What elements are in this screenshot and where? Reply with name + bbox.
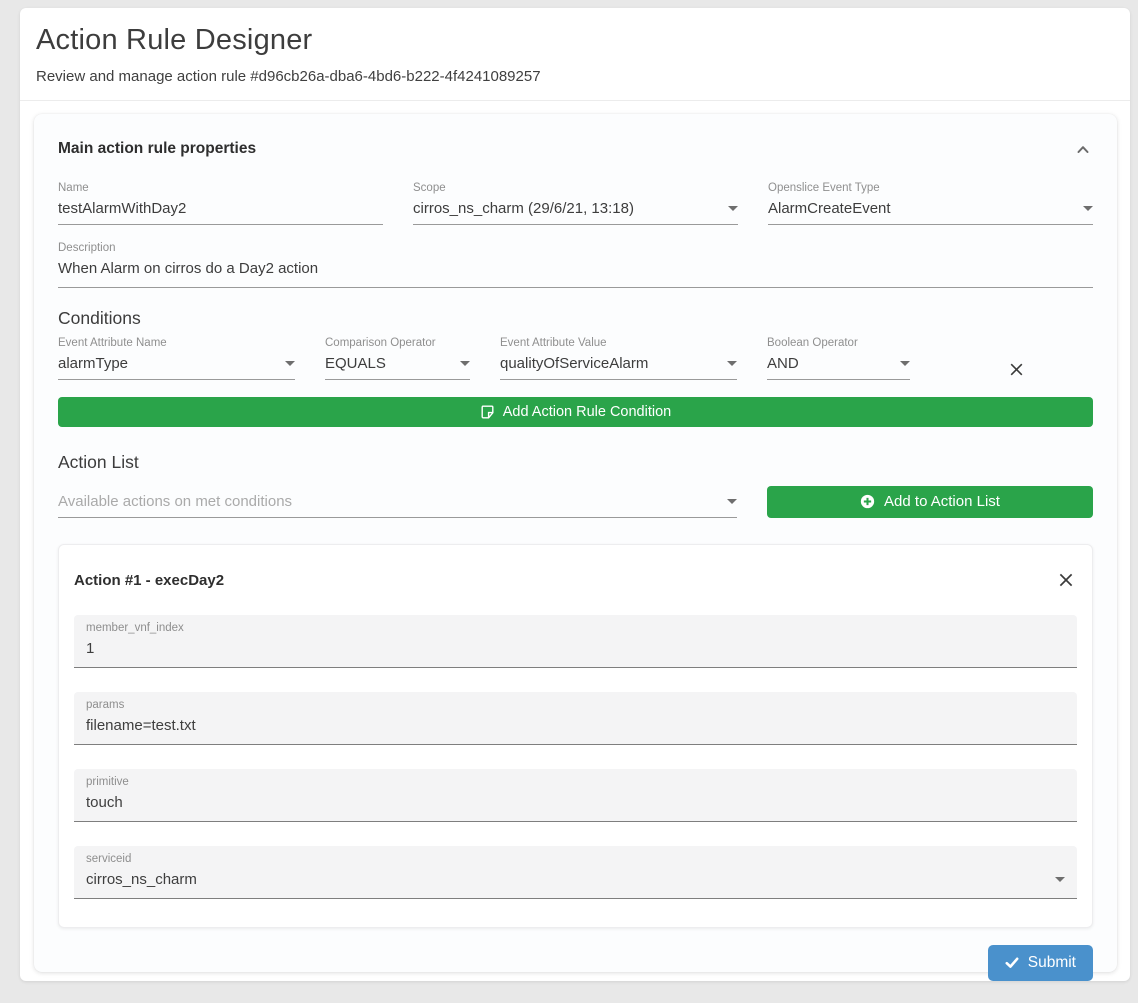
description-field-value: When Alarm on cirros do a Day2 action — [58, 260, 318, 277]
remove-action-button[interactable] — [1055, 569, 1077, 591]
event-type-select-label: Openslice Event Type — [768, 182, 1093, 194]
serviceid-label: serviceid — [86, 853, 1065, 865]
page-subtitle: Review and manage action rule #d96cb26a-… — [36, 68, 1114, 85]
event-attribute-value-select[interactable]: Event Attribute Value qualityOfServiceAl… — [500, 337, 737, 380]
description-field[interactable]: Description When Alarm on cirros do a Da… — [58, 242, 1093, 288]
chevron-down-icon — [1055, 877, 1065, 882]
add-condition-button-label: Add Action Rule Condition — [503, 404, 671, 420]
boolean-operator-select[interactable]: Boolean Operator AND — [767, 337, 910, 380]
action-card-head: Action #1 - execDay2 — [74, 569, 1077, 591]
primitive-label: primitive — [86, 776, 1065, 788]
event-attribute-value-label: Event Attribute Value — [500, 337, 737, 349]
note-add-icon — [480, 405, 494, 419]
panel-head: Main action rule properties — [58, 140, 1093, 160]
chevron-up-icon — [1075, 142, 1091, 158]
params-value: filename=test.txt — [86, 717, 196, 734]
serviceid-value: cirros_ns_charm — [86, 871, 197, 888]
properties-row: Name testAlarmWithDay2 Scope cirros_ns_c… — [58, 182, 1093, 225]
chevron-down-icon — [727, 499, 737, 504]
boolean-operator-label: Boolean Operator — [767, 337, 910, 349]
action-list-heading: Action List — [58, 452, 1093, 473]
comparison-operator-label: Comparison Operator — [325, 337, 470, 349]
params-label: params — [86, 699, 1065, 711]
page-title: Action Rule Designer — [36, 24, 1114, 57]
close-icon — [1008, 361, 1025, 378]
scope-select-value: cirros_ns_charm (29/6/21, 13:18) — [413, 200, 634, 217]
name-field-label: Name — [58, 182, 383, 194]
chevron-down-icon — [728, 206, 738, 211]
action-card: Action #1 - execDay2 member_vnf_index 1 — [58, 544, 1093, 928]
serviceid-select[interactable]: serviceid cirros_ns_charm — [74, 846, 1077, 899]
event-type-select-value: AlarmCreateEvent — [768, 200, 891, 217]
conditions-heading: Conditions — [58, 308, 1093, 329]
chevron-down-icon — [460, 361, 470, 366]
action-card-title: Action #1 - execDay2 — [74, 572, 224, 589]
primitive-value: touch — [86, 794, 123, 811]
submit-row: Submit — [58, 945, 1093, 981]
available-actions-placeholder: Available actions on met conditions — [58, 493, 292, 510]
action-list-row: Available actions on met conditions Add … — [58, 475, 1093, 518]
comparison-operator-select[interactable]: Comparison Operator EQUALS — [325, 337, 470, 380]
add-to-action-list-button[interactable]: Add to Action List — [767, 486, 1093, 518]
event-attribute-name-label: Event Attribute Name — [58, 337, 295, 349]
event-attribute-value-value: qualityOfServiceAlarm — [500, 355, 648, 372]
name-field-value: testAlarmWithDay2 — [58, 200, 186, 217]
panel-title: Main action rule properties — [58, 140, 256, 158]
primitive-field[interactable]: primitive touch — [74, 769, 1077, 822]
boolean-operator-value: AND — [767, 355, 799, 372]
remove-condition-button[interactable] — [1006, 359, 1027, 380]
chevron-down-icon — [285, 361, 295, 366]
scope-select[interactable]: Scope cirros_ns_charm (29/6/21, 13:18) — [413, 182, 738, 225]
comparison-operator-value: EQUALS — [325, 355, 386, 372]
add-to-action-list-button-label: Add to Action List — [884, 493, 1000, 510]
submit-button[interactable]: Submit — [988, 945, 1093, 981]
member-vnf-index-value: 1 — [86, 640, 94, 657]
close-icon — [1057, 571, 1075, 589]
scope-select-label: Scope — [413, 182, 738, 194]
plus-circle-icon — [860, 494, 875, 509]
add-condition-button[interactable]: Add Action Rule Condition — [58, 397, 1093, 427]
event-type-select[interactable]: Openslice Event Type AlarmCreateEvent — [768, 182, 1093, 225]
page-panel: Action Rule Designer Review and manage a… — [20, 8, 1130, 981]
member-vnf-index-field[interactable]: member_vnf_index 1 — [74, 615, 1077, 668]
name-field[interactable]: Name testAlarmWithDay2 — [58, 182, 383, 225]
available-actions-select[interactable]: Available actions on met conditions — [58, 475, 737, 518]
condition-row: Event Attribute Name alarmType Compariso… — [58, 337, 1093, 383]
check-icon — [1005, 956, 1019, 970]
event-attribute-name-value: alarmType — [58, 355, 128, 372]
chevron-down-icon — [727, 361, 737, 366]
event-attribute-name-select[interactable]: Event Attribute Name alarmType — [58, 337, 295, 380]
member-vnf-index-label: member_vnf_index — [86, 622, 1065, 634]
collapse-panel-button[interactable] — [1073, 140, 1093, 160]
main-rule-card: Main action rule properties Name testAla… — [34, 114, 1117, 972]
params-field[interactable]: params filename=test.txt — [74, 692, 1077, 745]
chevron-down-icon — [900, 361, 910, 366]
submit-button-label: Submit — [1028, 954, 1076, 972]
description-field-label: Description — [58, 242, 1093, 254]
page-header: Action Rule Designer Review and manage a… — [20, 8, 1130, 101]
chevron-down-icon — [1083, 206, 1093, 211]
page-background: Action Rule Designer Review and manage a… — [0, 0, 1138, 1003]
